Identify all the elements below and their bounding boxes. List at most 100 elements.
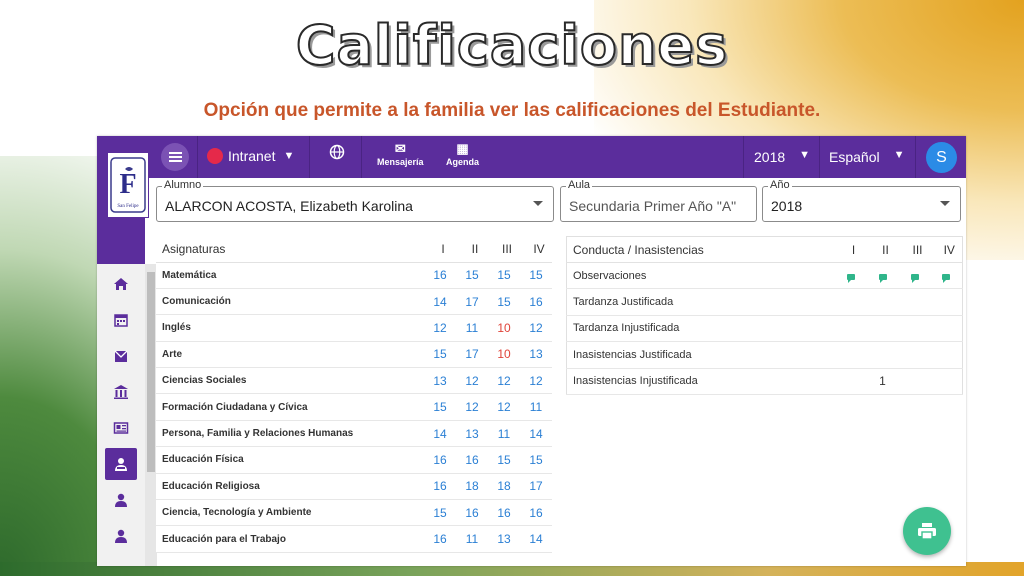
count-cell (898, 368, 931, 395)
subject-name: Arte (156, 341, 424, 369)
calendar-icon[interactable] (105, 304, 137, 336)
divider (197, 136, 198, 178)
observation-cell[interactable] (898, 262, 931, 290)
subject-name: Educación Religiosa (156, 473, 424, 501)
conduct-header-title: Conducta / Inasistencias (566, 236, 835, 263)
grades-header-row: Asignaturas I II III IV (156, 236, 552, 263)
sidebar-nav (97, 264, 145, 566)
grade-cell: 18 (456, 473, 488, 501)
newspaper-icon[interactable] (105, 412, 137, 444)
count-cell (930, 315, 963, 343)
globe-icon[interactable] (329, 144, 345, 162)
period-header: III (488, 236, 520, 263)
mail-icon[interactable] (105, 340, 137, 372)
period-header: IV (520, 236, 552, 263)
scrollbar-thumb[interactable] (147, 272, 155, 472)
count-cell (834, 368, 867, 395)
table-row: Inasistencias Justificada (566, 341, 963, 369)
grade-cell: 14 (424, 288, 456, 316)
svg-text:F: F (119, 169, 136, 200)
count-cell (930, 368, 963, 395)
divider (361, 136, 362, 178)
grade-cell: 16 (424, 525, 456, 553)
observation-cell[interactable] (834, 262, 867, 290)
hamburger-menu-icon[interactable] (161, 143, 189, 171)
student-select[interactable]: Alumno ALARCON ACOSTA, Elizabeth Karolin… (156, 179, 554, 222)
classroom-field: Aula Secundaria Primer Año "A" (560, 179, 757, 222)
table-row: Formación Ciudadana y Cívica 15 12 12 11 (156, 393, 552, 421)
grade-cell: 15 (488, 288, 520, 316)
table-row: Persona, Familia y Relaciones Humanas 14 1… (156, 420, 552, 448)
period-header: II (866, 236, 899, 263)
conduct-header-row: Conducta / Inasistencias I II III IV (566, 236, 963, 263)
count-cell (898, 315, 931, 343)
subject-name: Educación Física (156, 446, 424, 474)
table-row: Inglés 12 11 10 12 (156, 314, 552, 342)
grade-cell: 15 (520, 446, 552, 474)
student-icon[interactable] (105, 448, 137, 480)
user-avatar[interactable]: S (926, 142, 957, 173)
person-icon[interactable] (105, 520, 137, 552)
observation-cell[interactable] (930, 262, 963, 290)
grade-cell: 12 (456, 393, 488, 421)
count-cell: 1 (866, 368, 899, 395)
count-cell (834, 341, 867, 369)
year-filter-select[interactable]: Año 2018 (762, 179, 961, 222)
chat-icon[interactable] (942, 273, 951, 283)
grade-cell: 16 (456, 499, 488, 527)
table-row: Tardanza Justificada (566, 288, 963, 316)
grade-cell: 16 (424, 262, 456, 289)
grades-header-subjects: Asignaturas (156, 236, 424, 263)
dropdown-arrow-icon (533, 201, 543, 206)
grade-cell: 16 (520, 288, 552, 316)
observation-cell[interactable] (866, 262, 899, 290)
period-header: I (424, 236, 456, 263)
school-logo: F San Felipe (107, 152, 149, 218)
chat-icon[interactable] (910, 273, 919, 283)
grade-cell: 13 (456, 420, 488, 448)
table-row: Educación Física 16 16 15 15 (156, 446, 552, 474)
institution-icon[interactable] (105, 376, 137, 408)
chat-icon[interactable] (878, 273, 887, 283)
subject-name: Ciencias Sociales (156, 367, 424, 395)
conduct-item: Tardanza Justificada (566, 288, 835, 316)
student-select-label: Alumno (162, 179, 204, 191)
chevron-down-icon: ▼ (893, 149, 905, 161)
year-select[interactable]: 2018 ▼ (754, 149, 810, 165)
grade-cell: 17 (456, 341, 488, 369)
count-cell (866, 288, 899, 316)
count-cell (834, 288, 867, 316)
messaging-button[interactable]: ✉ Mensajería (377, 141, 424, 167)
divider (915, 136, 916, 178)
subject-name: Comunicación (156, 288, 424, 316)
student-select-value: ALARCON ACOSTA, Elizabeth Karolina (165, 198, 413, 214)
table-row: Ciencias Sociales 13 12 12 12 (156, 367, 552, 395)
language-select[interactable]: Español ▼ (829, 149, 904, 165)
table-row: Arte 15 17 10 13 (156, 341, 552, 369)
count-cell (834, 315, 867, 343)
count-cell (930, 288, 963, 316)
grade-cell: 11 (456, 314, 488, 342)
grade-cell: 17 (520, 473, 552, 501)
period-header: I (834, 236, 867, 263)
grade-cell: 14 (520, 420, 552, 448)
agenda-button[interactable]: ▦ Agenda (446, 141, 479, 167)
person-icon[interactable] (105, 484, 137, 516)
table-row: Educación Religiosa 16 18 18 17 (156, 473, 552, 501)
grades-table: Asignaturas I II III IV Matemática 16 15 15… (156, 236, 552, 553)
print-button[interactable] (903, 507, 951, 555)
grade-cell: 12 (520, 314, 552, 342)
calendar-icon: ▦ (456, 141, 469, 156)
top-bar: Intranet ▼ ✉ Mensajería ▦ Agenda 2018 ▼ … (97, 136, 966, 178)
app-switcher[interactable]: Intranet ▼ (207, 148, 294, 164)
divider (309, 136, 310, 178)
home-icon[interactable] (105, 268, 137, 300)
divider (819, 136, 820, 178)
period-header: III (898, 236, 931, 263)
chat-icon[interactable] (846, 273, 855, 283)
app-window: Intranet ▼ ✉ Mensajería ▦ Agenda 2018 ▼ … (97, 136, 966, 566)
count-cell (898, 288, 931, 316)
table-row: Tardanza Injustificada (566, 315, 963, 343)
messaging-label: Mensajería (377, 157, 424, 167)
subject-name: Educación para el Trabajo (156, 525, 424, 553)
